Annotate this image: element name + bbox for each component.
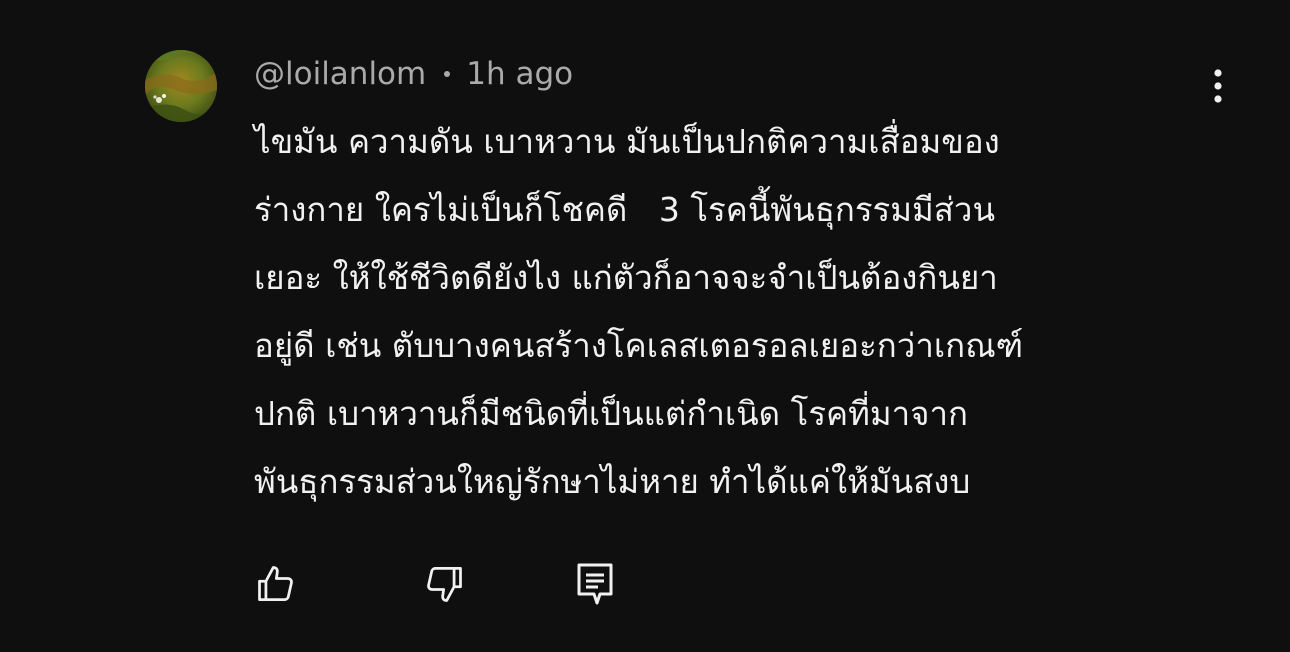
comment-text-line: เยอะ ให้ใช้ชีวิตดียังไง แก่ตัวก็อาจจะจำเ… [254,258,998,297]
comment-timestamp[interactable]: 1h ago [466,56,573,92]
comment-text-line: พันธุกรรมส่วนใหญ่รักษาไม่หาย ทำได้แค่ให้… [254,462,971,501]
thumbs-down-icon [427,567,462,602]
separator-dot [444,71,451,77]
comment-text-line: ร่างกาย ใครไม่เป็นก็โชคดี 3 โรคนี้พันธุก… [254,190,996,229]
reply-button[interactable] [571,560,619,608]
dislike-button[interactable] [420,560,468,608]
more-vertical-icon [1214,69,1222,103]
comment-text-line: อยู่ดี เช่น ตับบางคนสร้างโคเลสเตอรอลเยอะ… [254,326,1024,365]
comment-text: ไขมัน ความดัน เบาหวาน มันเป็นปกติความเสื… [254,116,1214,524]
author-handle[interactable]: @loilanlom [254,56,426,92]
comment-text-line: ปกติ เบาหวานก็มีชนิดที่เป็นแต่กำเนิด โรค… [254,394,969,433]
comment-reply-icon [577,563,613,605]
more-options-button[interactable] [1198,62,1238,110]
comment-header: @loilanlom 1h ago [254,54,573,94]
like-button[interactable] [252,560,300,608]
avatar-image [145,50,217,122]
comment: @loilanlom 1h ago ไขมัน ความดัน เบาหวาน … [0,0,1290,652]
thumbs-up-icon [258,566,293,601]
avatar[interactable] [145,50,217,122]
comment-text-line: ไขมัน ความดัน เบาหวาน มันเป็นปกติความเสื… [254,122,1000,161]
